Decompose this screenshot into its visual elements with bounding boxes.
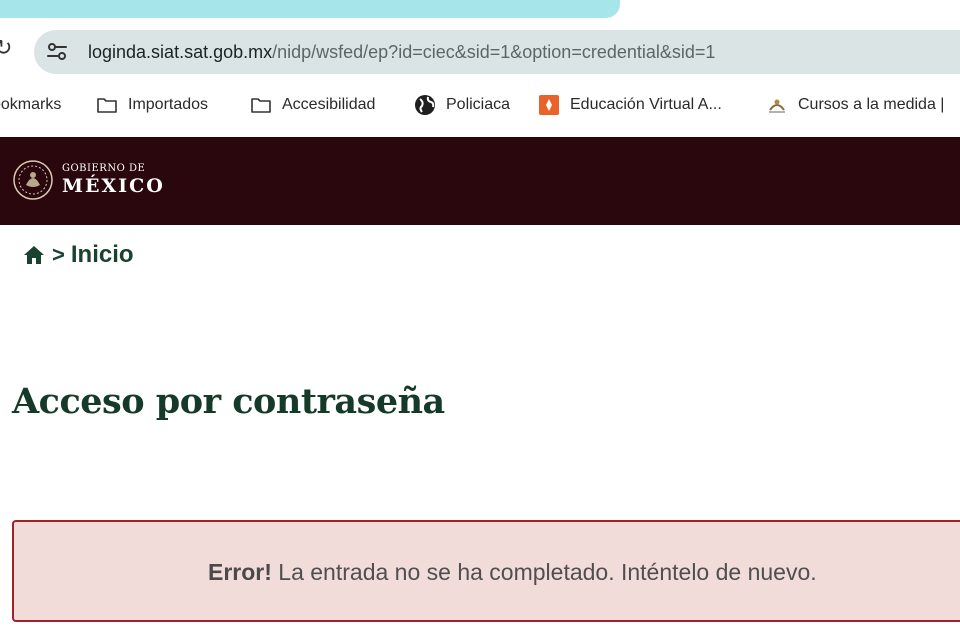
bookmark-accesibilidad[interactable]: Accesibilidad <box>250 94 375 116</box>
url-text[interactable]: loginda.siat.sat.gob.mx/nidp/wsfed/ep?id… <box>88 40 715 64</box>
tune-icon[interactable] <box>46 41 68 63</box>
browser-toolbar: ↻ loginda.siat.sat.gob.mx/nidp/wsfed/ep?… <box>0 26 960 84</box>
tab-strip <box>0 0 960 26</box>
url-path: /nidp/wsfed/ep?id=ciec&sid=1&option=cred… <box>272 42 716 62</box>
bookmark-educacion-virtual[interactable]: Educación Virtual A... <box>538 94 722 116</box>
bookmark-label: Accesibilidad <box>282 96 376 113</box>
alert-message: La entrada no se ha completado. Inténtel… <box>271 559 817 585</box>
small-favicon-icon <box>769 99 785 113</box>
bookmark-label: Policiaca <box>446 96 511 113</box>
folder-icon <box>97 98 117 113</box>
logo-small-text: GOBIERNO DE <box>62 163 146 174</box>
breadcrumb: > Inicio <box>22 240 134 270</box>
bookmark-policiaca[interactable]: Policiaca <box>414 94 510 116</box>
bookmarks-bar: ookmarks Importados Accesibilidad Polici… <box>0 84 960 128</box>
bookmark-label: ookmarks <box>0 96 62 113</box>
globe-icon <box>415 95 435 115</box>
error-alert: Error! La entrada no se ha completado. I… <box>12 520 960 622</box>
logo-big-text: MÉXICO <box>62 175 165 197</box>
active-tab[interactable] <box>0 0 620 18</box>
url-host: loginda.siat.sat.gob.mx <box>88 42 273 62</box>
address-bar[interactable]: loginda.siat.sat.gob.mx/nidp/wsfed/ep?id… <box>34 30 960 74</box>
gobierno-wordmark: GOBIERNO DE MÉXICO <box>62 163 165 197</box>
bookmark-label: Educación Virtual A... <box>570 96 722 113</box>
bookmark-all-bookmarks[interactable]: ookmarks <box>0 94 61 116</box>
page-title: Acceso por contraseña <box>12 381 445 422</box>
national-seal-icon <box>13 160 53 200</box>
bookmark-label: Cursos a la medida | <box>798 96 945 113</box>
breadcrumb-separator: > <box>52 242 65 267</box>
bookmark-cursos-a-la-medida[interactable]: Cursos a la medida | <box>766 94 944 116</box>
folder-icon <box>251 98 271 113</box>
orange-favicon-icon <box>539 95 559 115</box>
gobierno-header: GOBIERNO DE MÉXICO <box>0 137 960 225</box>
gobierno-logo[interactable]: GOBIERNO DE MÉXICO <box>12 159 165 201</box>
alert-text: Error! La entrada no se ha completado. I… <box>208 558 817 586</box>
reload-icon[interactable]: ↻ <box>0 36 12 61</box>
home-icon[interactable] <box>22 243 46 267</box>
alert-strong: Error! <box>208 559 272 585</box>
breadcrumb-inicio[interactable]: Inicio <box>71 240 134 270</box>
bookmark-importados[interactable]: Importados <box>96 94 208 116</box>
bookmark-label: Importados <box>128 96 209 113</box>
